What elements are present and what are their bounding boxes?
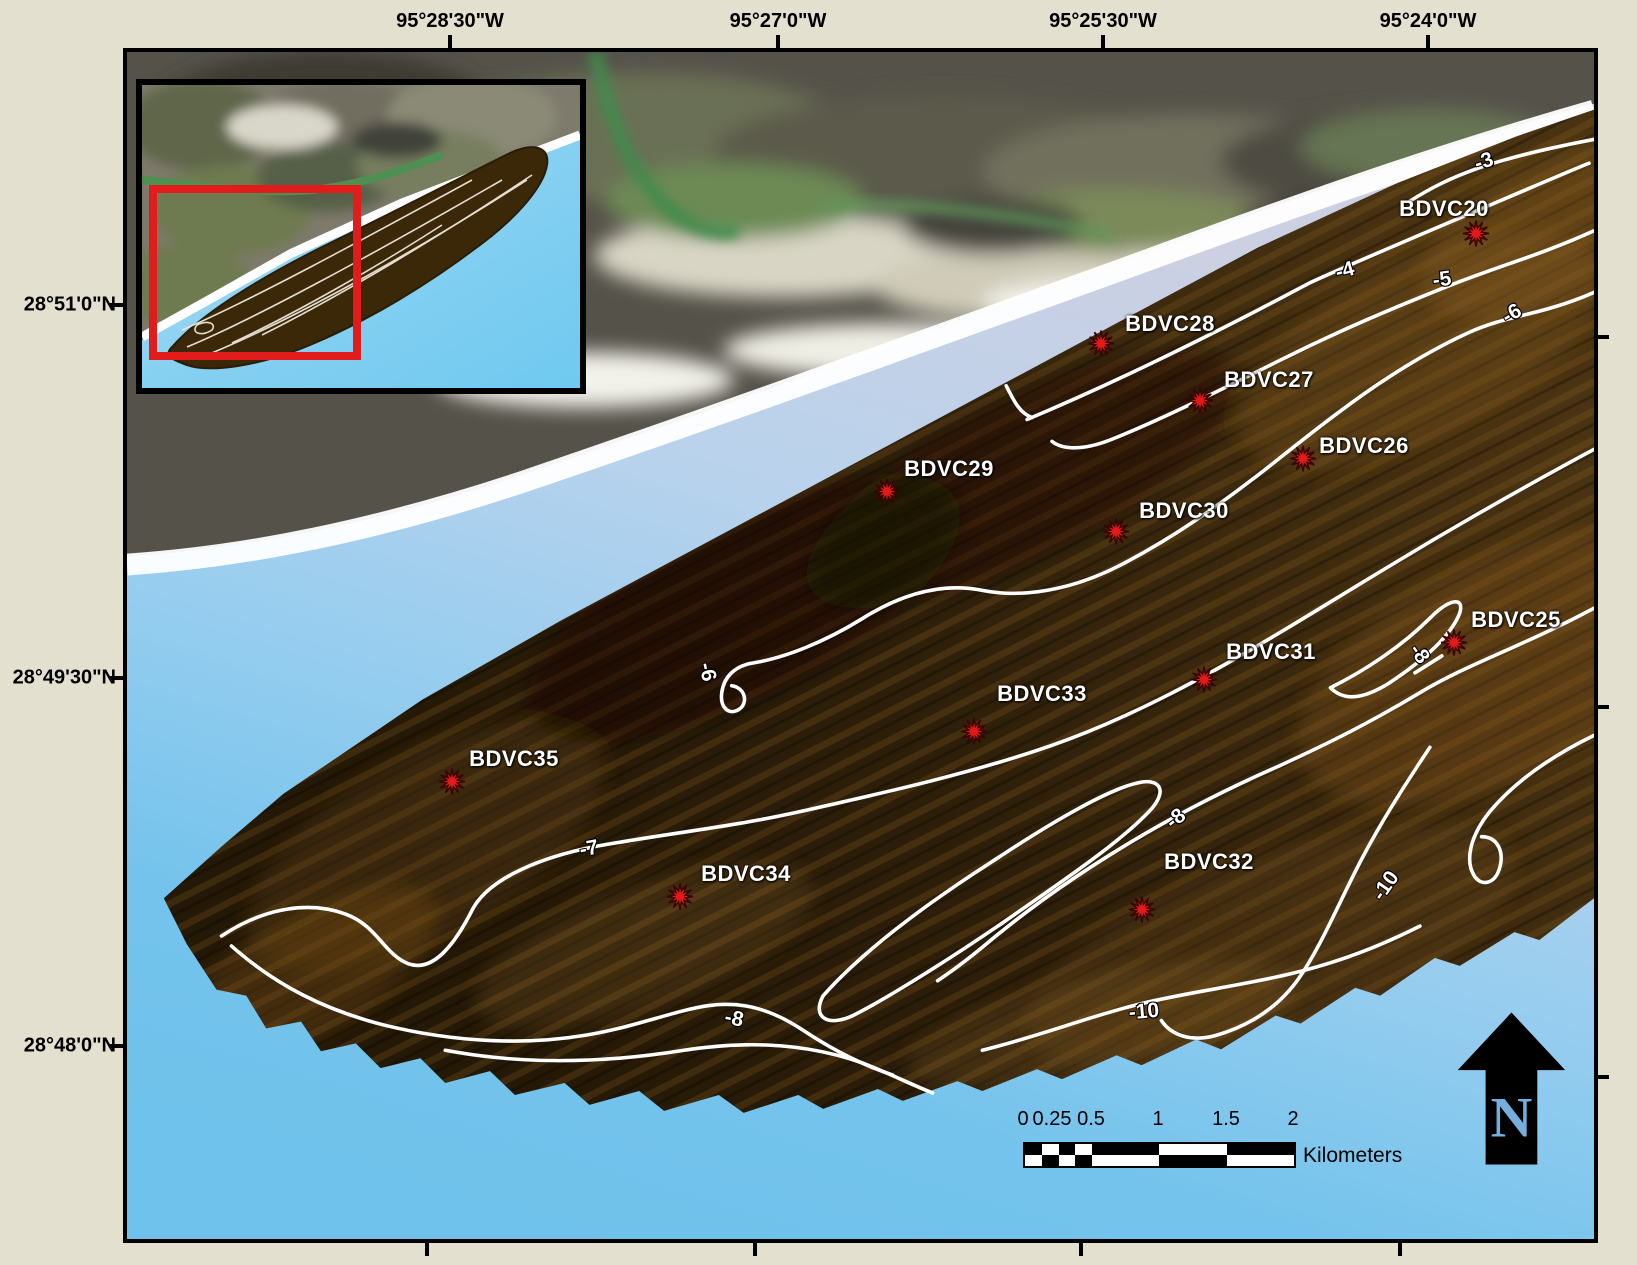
station-marker [1288, 444, 1318, 479]
inset-locator-map [136, 79, 586, 394]
station-marker [665, 882, 695, 917]
latitude-label: 28°49'30"N [4, 667, 116, 690]
station-label: BDVC20 [1399, 196, 1489, 222]
station-star-icon [1185, 386, 1215, 416]
station-marker [1086, 329, 1116, 364]
station-label: BDVC34 [701, 861, 791, 887]
latitude-tick-right [1596, 335, 1609, 339]
longitude-label: 95°25'30"W [1049, 10, 1157, 33]
station-label: BDVC35 [469, 746, 559, 772]
longitude-tick [776, 35, 780, 48]
station-star-icon [872, 477, 902, 507]
station-star-icon [437, 767, 467, 797]
station-label: BDVC32 [1164, 849, 1254, 875]
station-marker [1461, 219, 1491, 254]
latitude-tick-right [1596, 705, 1609, 709]
longitude-tick [448, 35, 452, 48]
latitude-tick [110, 303, 123, 307]
station-label: BDVC25 [1471, 607, 1561, 633]
station-marker [1439, 628, 1469, 663]
station-marker [1127, 895, 1157, 930]
station-label: BDVC26 [1319, 433, 1409, 459]
contour-depth-label: -10 [1128, 999, 1160, 1026]
station-marker [1189, 665, 1219, 700]
scale-bar-number: 1 [1152, 1108, 1163, 1131]
longitude-label: 95°28'30"W [396, 10, 504, 33]
station-marker [959, 717, 989, 752]
station-label: BDVC29 [904, 456, 994, 482]
longitude-tick [1426, 35, 1430, 48]
scale-bar-number: 0.25 [1033, 1108, 1072, 1131]
scale-bar-unit: Kilometers [1303, 1144, 1402, 1168]
scale-bar-number: 0 [1017, 1108, 1028, 1131]
map-page: N [0, 0, 1637, 1265]
station-star-icon [1086, 329, 1116, 359]
station-label: BDVC30 [1139, 498, 1229, 524]
longitude-label: 95°27'0"W [730, 10, 827, 33]
inset-canvas [142, 85, 580, 388]
latitude-tick [110, 1044, 123, 1048]
latitude-tick [110, 676, 123, 680]
station-star-icon [1288, 444, 1318, 474]
station-label: BDVC28 [1125, 311, 1215, 337]
station-star-icon [1127, 895, 1157, 925]
contour-depth-label: -5 [1431, 267, 1453, 293]
scale-bar-number: 2 [1287, 1108, 1298, 1131]
scale-bar-row-top [1025, 1144, 1294, 1155]
scale-bar-number: 1.5 [1212, 1108, 1240, 1131]
station-marker [1101, 517, 1131, 552]
scale-bar-checker [1023, 1142, 1296, 1168]
station-star-icon [1101, 517, 1131, 547]
latitude-tick-right [1596, 1075, 1609, 1079]
station-marker [1185, 386, 1215, 421]
station-label: BDVC33 [997, 681, 1087, 707]
longitude-tick-bottom [1079, 1243, 1083, 1256]
scale-bar-number: 0.5 [1077, 1108, 1105, 1131]
station-marker [872, 477, 902, 512]
station-star-icon [1439, 628, 1469, 658]
north-arrow-letter: N [1491, 1087, 1533, 1150]
station-label: BDVC27 [1224, 367, 1314, 393]
longitude-tick-bottom [1398, 1243, 1402, 1256]
station-star-icon [1461, 219, 1491, 249]
station-star-icon [1189, 665, 1219, 695]
longitude-tick [1101, 35, 1105, 48]
station-star-icon [959, 717, 989, 747]
longitude-label: 95°24'0"W [1380, 10, 1477, 33]
scale-bar-row-bottom [1025, 1155, 1294, 1166]
longitude-tick-bottom [425, 1243, 429, 1256]
scale-bar: 00.250.511.52 Kilometers [1023, 1108, 1443, 1178]
map-frame: N [123, 48, 1598, 1243]
latitude-label: 28°48'0"N [4, 1035, 116, 1058]
station-star-icon [665, 882, 695, 912]
latitude-label: 28°51'0"N [4, 294, 116, 317]
contour-depth-label: -7 [578, 836, 601, 863]
longitude-tick-bottom [753, 1243, 757, 1256]
station-marker [437, 767, 467, 802]
station-label: BDVC31 [1226, 639, 1316, 665]
